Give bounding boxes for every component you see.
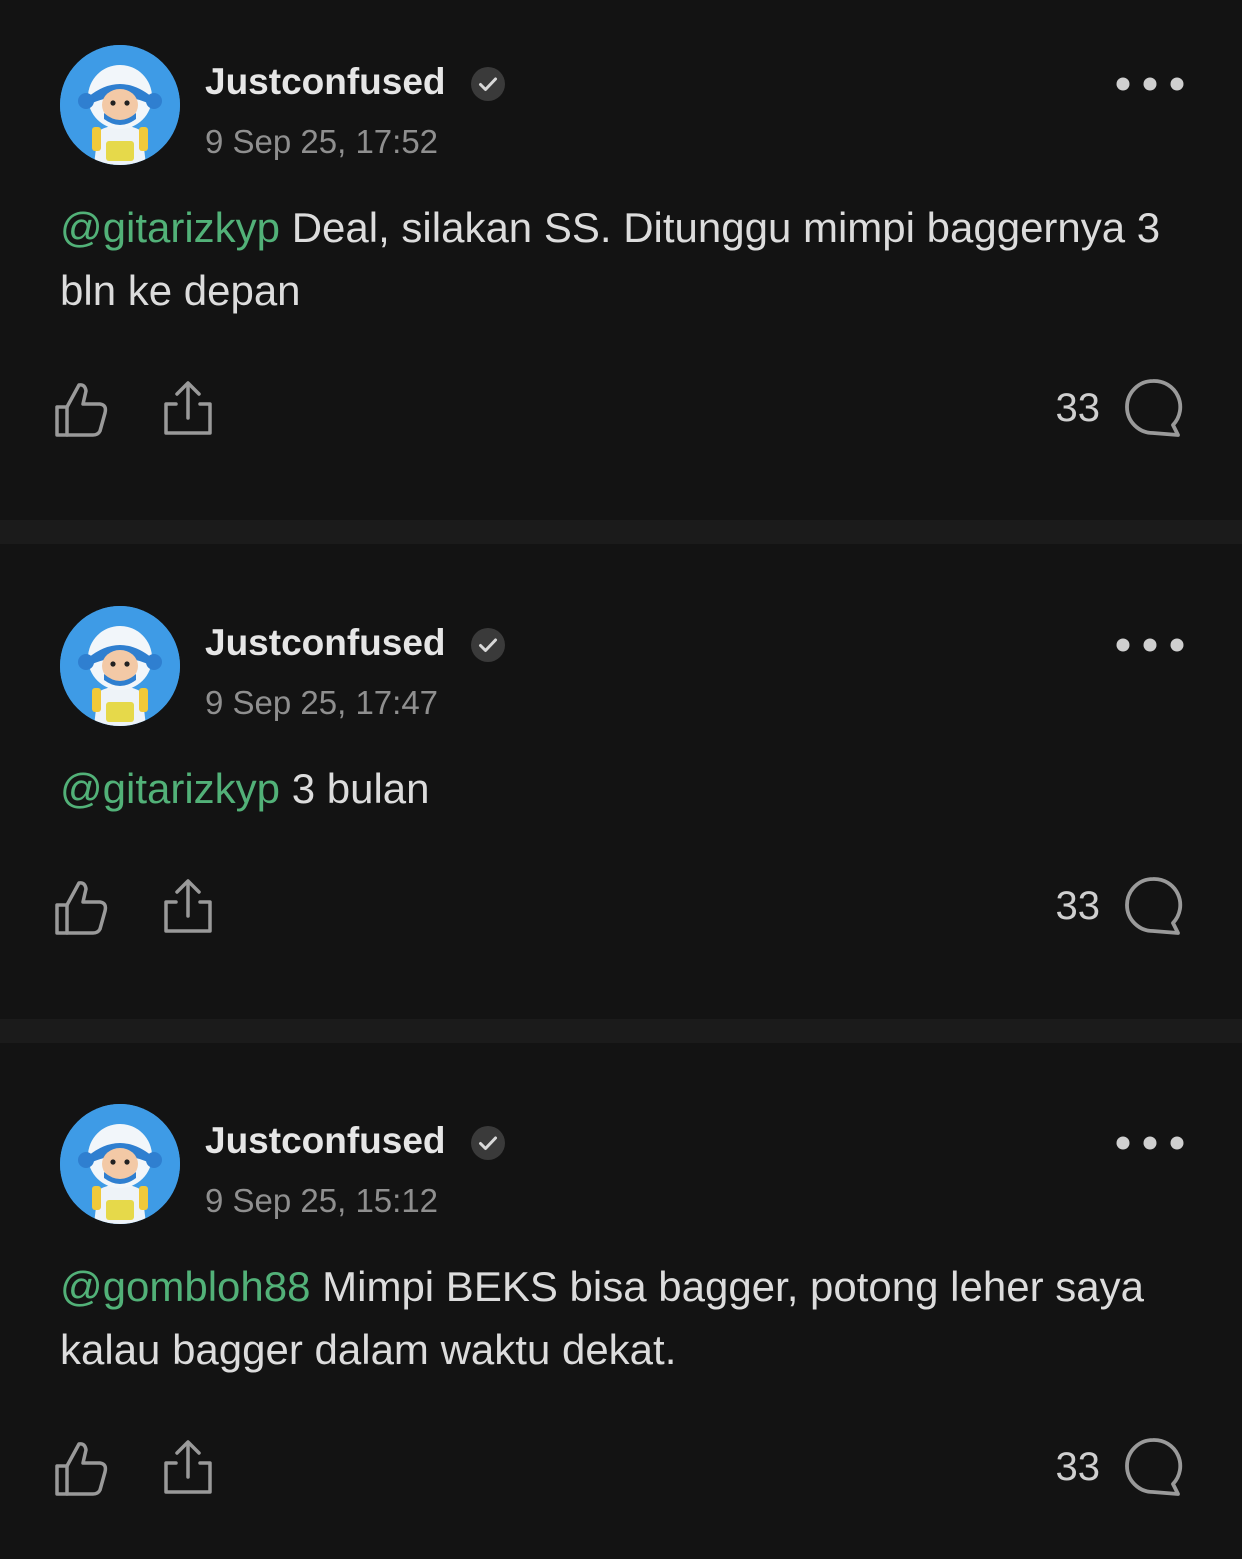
share-icon[interactable]	[158, 876, 218, 936]
more-dots-icon[interactable]	[1112, 1128, 1188, 1158]
username[interactable]: Justconfused	[205, 1119, 446, 1163]
comment-count: 33	[1055, 1445, 1101, 1489]
post-body: @gitarizkyp 3 bulan	[60, 757, 1190, 820]
more-dots-icon[interactable]	[1112, 69, 1188, 99]
comment-count: 33	[1055, 884, 1101, 928]
user-avatar[interactable]	[60, 45, 180, 165]
username[interactable]: Justconfused	[205, 60, 446, 104]
thumbs-up-icon[interactable]	[52, 380, 112, 440]
thumbs-up-icon[interactable]	[52, 1439, 112, 1499]
post-divider	[0, 520, 1242, 544]
post-text: 3 bulan	[280, 765, 430, 812]
comment-bubble-icon[interactable]	[1123, 378, 1183, 438]
mention-link[interactable]: @gombloh88	[60, 1263, 310, 1310]
share-icon[interactable]	[158, 1437, 218, 1497]
post-timestamp: 9 Sep 25, 17:52	[205, 123, 439, 160]
post-body: @gombloh88 Mimpi BEKS bisa bagger, poton…	[60, 1255, 1190, 1381]
mention-link[interactable]: @gitarizkyp	[60, 765, 280, 812]
post-timestamp: 9 Sep 25, 17:47	[205, 684, 439, 721]
comment-count: 33	[1055, 386, 1101, 430]
verified-check-icon	[470, 627, 506, 663]
post-card: Justconfused 9 Sep 25, 15:12 @gombloh88 …	[0, 1043, 1242, 1559]
post-divider	[0, 1019, 1242, 1043]
post-body: @gitarizkyp Deal, silakan SS. Ditunggu m…	[60, 196, 1190, 322]
post-timestamp: 9 Sep 25, 15:12	[205, 1182, 439, 1219]
comment-bubble-icon[interactable]	[1123, 876, 1183, 936]
username[interactable]: Justconfused	[205, 621, 446, 665]
verified-check-icon	[470, 1125, 506, 1161]
comment-feed: Justconfused 9 Sep 25, 17:52 @gitarizkyp…	[0, 0, 1242, 1559]
share-icon[interactable]	[158, 378, 218, 438]
post-card: Justconfused 9 Sep 25, 17:47 @gitarizkyp…	[0, 544, 1242, 1019]
thumbs-up-icon[interactable]	[52, 878, 112, 938]
user-avatar[interactable]	[60, 606, 180, 726]
mention-link[interactable]: @gitarizkyp	[60, 204, 280, 251]
post-card: Justconfused 9 Sep 25, 17:52 @gitarizkyp…	[0, 0, 1242, 520]
more-dots-icon[interactable]	[1112, 630, 1188, 660]
comment-bubble-icon[interactable]	[1123, 1437, 1183, 1497]
user-avatar[interactable]	[60, 1104, 180, 1224]
verified-check-icon	[470, 66, 506, 102]
